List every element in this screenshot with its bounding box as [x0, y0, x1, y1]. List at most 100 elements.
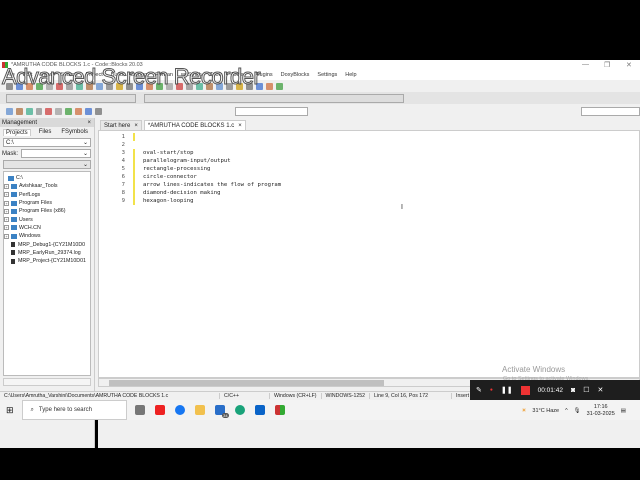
close-recorder-button[interactable]: ✕ — [597, 386, 603, 394]
codeblocks-taskbar-icon[interactable] — [274, 405, 285, 415]
editor-tab[interactable]: Start here × — [100, 120, 142, 130]
code-line: 4 parallelogram-input/output — [99, 157, 499, 165]
symbol-combo[interactable] — [581, 106, 640, 116]
filter-combo[interactable]: ⌄ — [3, 160, 91, 169]
folder-icon — [11, 217, 17, 223]
tree-node-label: Program Files — [19, 200, 52, 207]
weather-icon: ☀ — [521, 408, 527, 414]
tree-node-folder[interactable]: + Windows — [4, 232, 90, 240]
search-text-combo[interactable] — [234, 106, 309, 116]
tree-node-label: MRP_EarlyRun_29374.log — [18, 249, 81, 256]
scrollbar-thumb[interactable] — [109, 380, 384, 386]
tree-node-folder[interactable]: + Program Files — [4, 199, 90, 207]
management-close-button[interactable]: × — [87, 120, 91, 126]
toolbar-button-icon[interactable] — [84, 107, 92, 115]
build-target-combo[interactable] — [6, 93, 136, 103]
toolbar-button-icon[interactable] — [276, 82, 283, 90]
notifications-icon[interactable]: ▤ — [621, 408, 626, 414]
editor-tab[interactable]: *AMRUTHA CODE BLOCKS 1.c × — [143, 120, 246, 130]
facebook-icon[interactable] — [174, 405, 185, 415]
recording-dot-icon: ● — [489, 387, 493, 393]
toolbar-button-icon[interactable] — [45, 107, 53, 115]
code-line: 7 arrow lines-indicates the flow of progr… — [99, 181, 499, 189]
taskbar-search[interactable]: ⌕ Type here to search — [21, 400, 127, 420]
lock-icon — [11, 258, 15, 264]
pen-icon[interactable]: ✎ — [476, 386, 482, 394]
folder-icon — [11, 233, 17, 239]
expand-icon[interactable]: + — [4, 225, 9, 231]
line-number: 5 — [121, 166, 125, 172]
tree-node-root[interactable]: C:\ — [4, 174, 90, 182]
expand-icon[interactable]: + — [4, 200, 9, 206]
code-text: diamond-decision making — [143, 190, 221, 196]
tree-node-label: C:\ — [16, 175, 23, 182]
minimize-button[interactable]: — — [582, 61, 589, 68]
folder-icon — [11, 183, 17, 189]
expand-icon[interactable]: + — [4, 192, 9, 198]
tab-files[interactable]: Files — [37, 129, 54, 135]
task-view-icon[interactable] — [134, 405, 145, 415]
mask-combo[interactable]: ⌄ — [21, 149, 91, 158]
windows-start-icon[interactable]: ⊞ — [6, 405, 14, 416]
tree-node-folder[interactable]: + Users — [4, 215, 90, 223]
toolbar-button-icon[interactable] — [25, 107, 33, 115]
edit-icon[interactable]: ☐ — [583, 386, 589, 394]
mail-icon[interactable]: 34 — [214, 405, 229, 418]
recorder-watermark: Advanced Screen Recorder — [1, 64, 261, 90]
maximize-button[interactable]: ❐ — [604, 61, 610, 69]
weather-text[interactable]: 31°C Haze — [532, 408, 559, 414]
tree-node-label: Avishkaar_Tools — [19, 183, 58, 190]
stop-button[interactable] — [520, 385, 530, 395]
code-completion-combo[interactable] — [144, 93, 404, 103]
toolbar-button-icon[interactable] — [65, 107, 73, 115]
expand-icon[interactable]: + — [4, 208, 9, 214]
tab-projects[interactable]: Projects — [3, 128, 31, 136]
microphone-icon[interactable]: 🎙 — [574, 408, 581, 414]
tree-node-folder[interactable]: + PerfLogs — [4, 191, 90, 199]
outlook-icon[interactable] — [254, 405, 265, 415]
toolbar-button-icon[interactable] — [55, 107, 63, 115]
tree-node-folder[interactable]: + Program Files (x86) — [4, 207, 90, 215]
tab-close-icon[interactable]: × — [134, 123, 138, 129]
pause-button[interactable]: ❚❚ — [501, 386, 513, 394]
file-tree: C:\ + Avishkaar_Tools + PerfLogs + Program Fil… — [3, 171, 91, 376]
code-line: 3 oval-start/stop — [99, 149, 499, 157]
search-placeholder: Type here to search — [38, 407, 92, 413]
camera-icon[interactable]: ◙ — [571, 387, 575, 394]
tree-node-file[interactable]: MRP_Debug1-{CY21M10D0 — [4, 240, 90, 248]
menu-doxyblocks[interactable]: DoxyBlocks — [281, 72, 310, 78]
tree-node-label: Windows — [19, 233, 41, 240]
tree-node-label: Program Files (x86) — [19, 208, 66, 215]
tab-close-icon[interactable]: × — [238, 123, 242, 129]
expand-icon[interactable]: + — [4, 233, 9, 239]
tree-node-file[interactable]: MRP_Project-{CY21M10D01 — [4, 257, 90, 265]
tree-node-folder[interactable]: + WCH.CN — [4, 224, 90, 232]
close-button[interactable]: ✕ — [626, 61, 632, 69]
menu-help[interactable]: Help — [345, 72, 356, 78]
tab-fsymbols[interactable]: FSymbols — [59, 129, 90, 135]
edge-icon[interactable] — [234, 405, 245, 415]
path-combo[interactable]: C:\ ⌄ — [3, 138, 91, 147]
youtube-icon[interactable] — [154, 405, 165, 415]
menu-settings[interactable]: Settings — [317, 72, 337, 78]
toolbar-button-icon[interactable] — [94, 107, 102, 115]
code-line: 6 circle-connector — [99, 173, 499, 181]
chevron-up-icon[interactable]: ^ — [565, 408, 568, 414]
code-text: circle-connector — [143, 174, 197, 180]
tree-node-folder[interactable]: + Avishkaar_Tools — [4, 182, 90, 190]
code-line: 8 diamond-decision making — [99, 189, 499, 197]
file-explorer-icon[interactable] — [194, 405, 205, 415]
expand-icon[interactable]: + — [4, 217, 9, 223]
folder-icon — [11, 200, 17, 206]
folder-icon — [11, 225, 17, 231]
toolbar-button-icon[interactable] — [266, 82, 273, 90]
expand-icon[interactable]: + — [4, 183, 9, 189]
code-editor[interactable]: 1 2 3 oval-start/stop 4 parallelogram-input/o… — [98, 130, 640, 378]
toolbar-button-icon[interactable] — [15, 107, 23, 115]
toolbar-button-icon[interactable] — [35, 107, 43, 115]
chevron-down-icon: ⌄ — [82, 140, 88, 146]
toolbar-button-icon[interactable] — [6, 107, 13, 115]
tree-node-file[interactable]: MRP_EarlyRun_29374.log — [4, 249, 90, 257]
toolbar-button-icon[interactable] — [75, 107, 82, 115]
tree-horizontal-scrollbar[interactable] — [3, 378, 91, 386]
